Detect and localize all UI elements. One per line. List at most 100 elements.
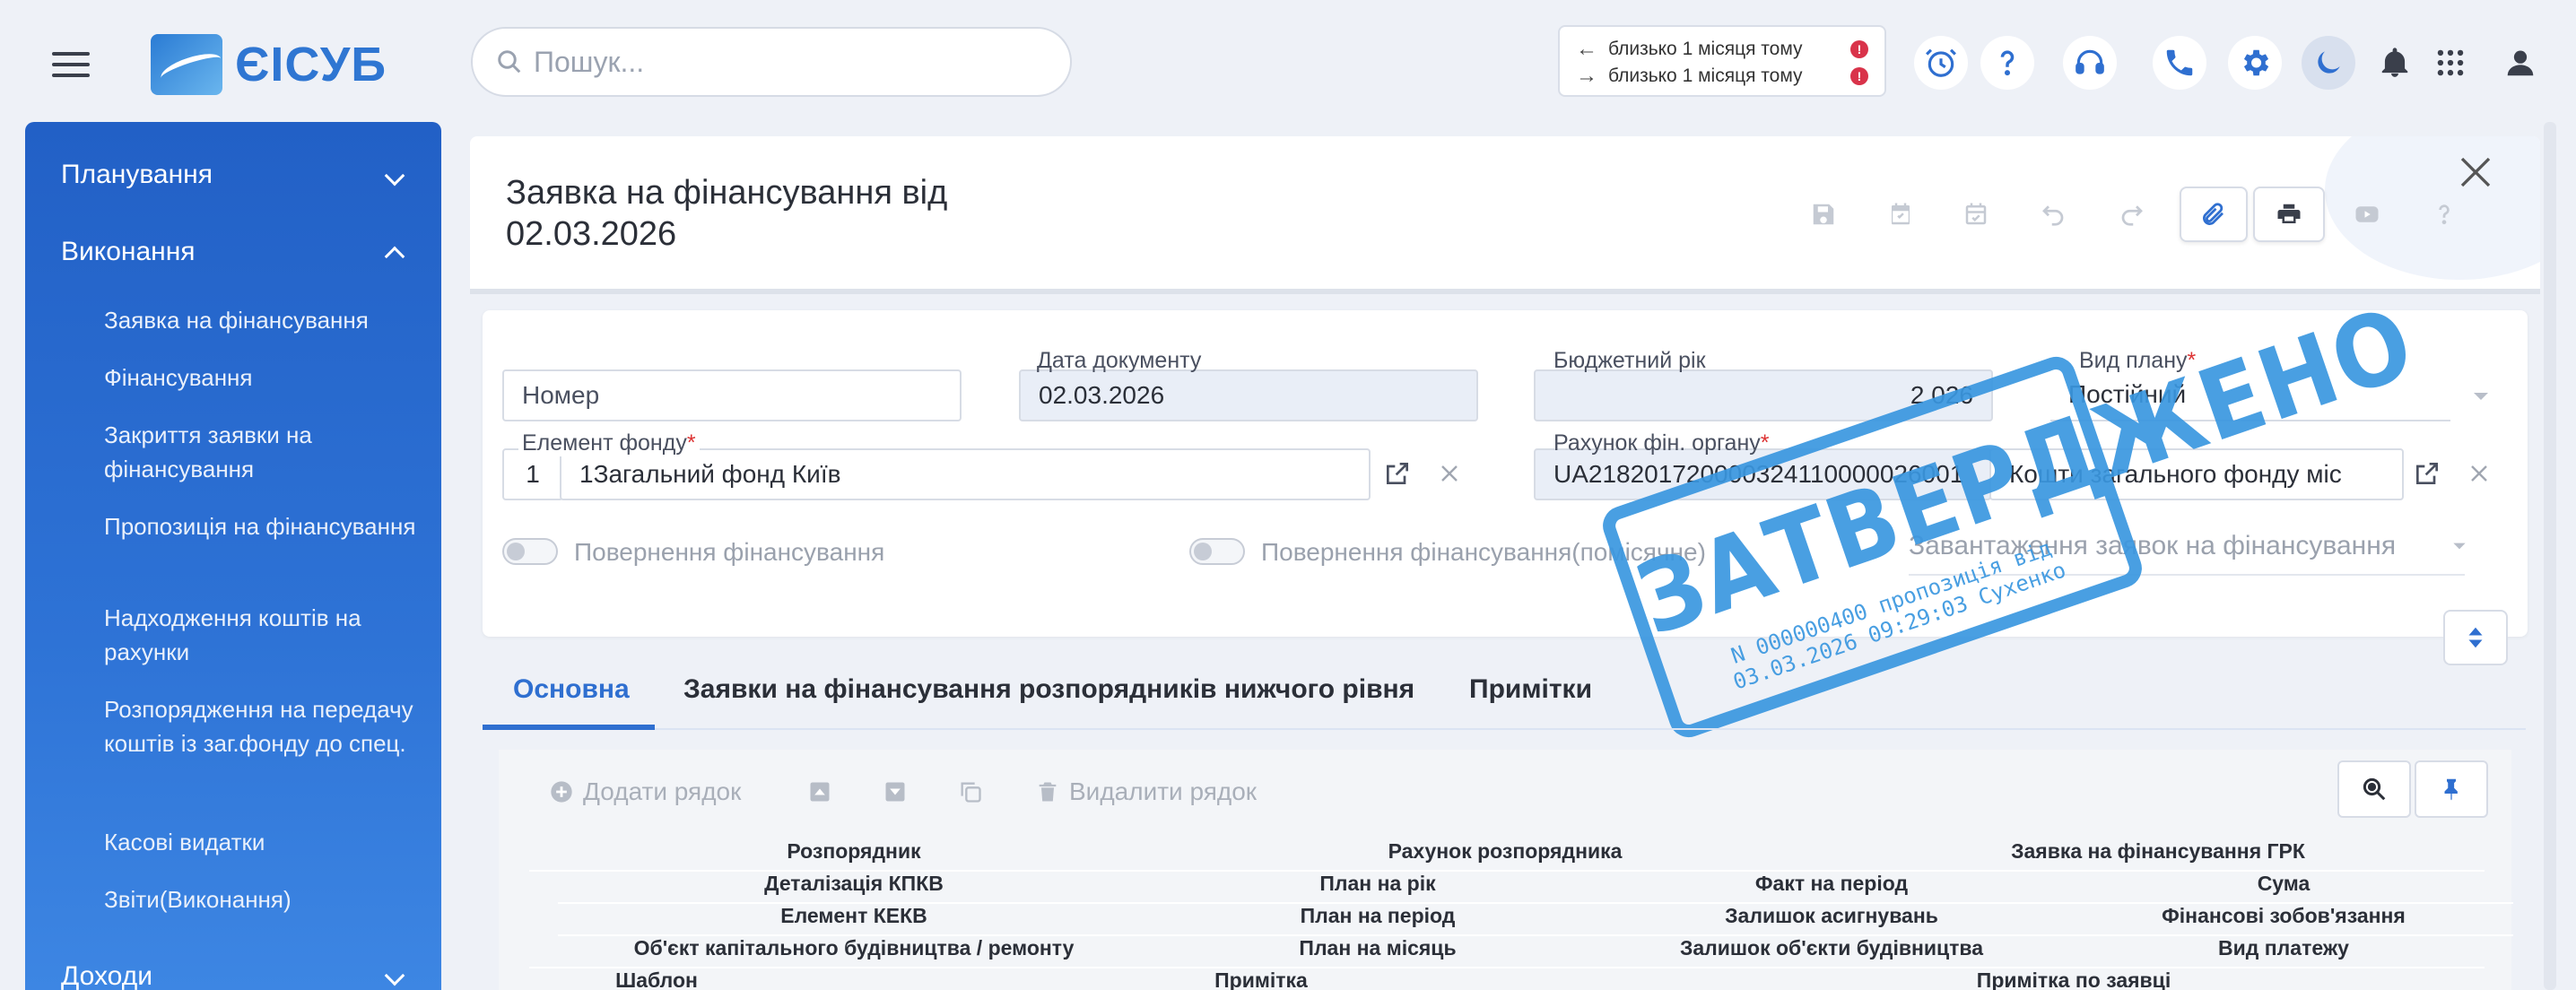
col-header[interactable]: Примітка по заявці [1977,968,2171,990]
sidebar-section-execution[interactable]: Виконання [61,237,196,267]
sidebar-item-funding-request[interactable]: Заявка на фінансування [104,303,427,337]
grid-apps-icon [2437,49,2464,76]
approve-button[interactable] [1871,187,1930,242]
apps-button[interactable] [2424,36,2477,90]
col-header[interactable]: Примітка [1214,968,1308,990]
sidebar-item-funding-proposal[interactable]: Пропозиція на фінансування [104,509,427,543]
col-header[interactable]: Шаблон [615,968,698,990]
number-field[interactable]: Номер [502,369,962,421]
app-logo[interactable]: ЄІСУБ [151,34,387,95]
delete-row-button[interactable]: Видалити рядок [1035,769,1257,814]
sidebar-section-income[interactable]: Доходи [61,961,152,990]
question-icon [2439,204,2450,225]
sidebar-item-close-request[interactable]: Закриття заявки на фінансування [104,418,427,486]
col-header[interactable]: Фінансові зобов'язання [2162,904,2406,928]
sync-outgoing-text: близько 1 місяця тому [1608,39,1803,59]
copy-row-button[interactable] [958,769,983,814]
col-header[interactable]: Залишок об'єкти будівництва [1680,936,1983,960]
theme-toggle-button[interactable] [2302,36,2355,90]
user-profile-button[interactable] [2493,36,2547,90]
search-box[interactable] [471,27,1072,97]
sync-status[interactable]: ← близько 1 місяця тому ! → близько 1 мі… [1558,25,1886,97]
print-button[interactable] [2253,187,2325,242]
chevron-down-icon[interactable] [384,965,405,986]
return-funding-toggle[interactable] [502,538,558,565]
move-up-button[interactable] [807,769,832,814]
col-header[interactable]: Об'єкт капітального будівництва / ремонт… [634,936,1075,960]
col-header[interactable]: Розпорядник [787,839,920,864]
redo-button[interactable] [2102,187,2162,242]
logo-text: ЄІСУБ [235,38,387,91]
clear-icon[interactable] [2468,463,2490,484]
col-header[interactable]: Залишок асигнувань [1725,904,1938,928]
move-down-button[interactable] [883,769,908,814]
search-input[interactable] [534,45,1036,79]
attach-button[interactable] [2180,187,2248,242]
page-scrollbar[interactable] [2544,122,2556,990]
add-row-button[interactable]: Додати рядок [549,769,741,814]
help-button[interactable] [1980,36,2034,90]
calendar-check-icon [1892,203,1910,225]
close-icon[interactable] [2458,154,2493,190]
tab-notes[interactable]: Примітки [1469,674,1592,705]
phone-icon [2166,49,2193,76]
account-label: Рахунок фін. органу* [1553,430,1770,456]
return-funding-monthly-toggle[interactable] [1189,538,1245,565]
col-header[interactable]: Заявка на фінансування ГРК [2011,839,2305,864]
confirm-button[interactable] [1946,187,2006,242]
open-external-icon[interactable] [2413,459,2441,488]
support-button[interactable] [2063,36,2117,90]
grid-panel: Додати рядок Видалити рядок Розпорядник … [499,750,2513,990]
save-button[interactable] [1794,187,1853,242]
menu-icon[interactable] [52,52,90,77]
col-header[interactable]: Факт на період [1755,872,1908,896]
bell-icon [2381,48,2408,77]
notifications-button[interactable] [2368,36,2422,90]
search-zoom-icon [2363,777,2386,801]
col-header[interactable]: Вид платежу [2218,936,2349,960]
phone-button[interactable] [2153,36,2206,90]
sync-incoming-text: близько 1 місяця тому [1608,65,1803,86]
sidebar-item-account-receipts[interactable]: Надходження коштів на рахунки [104,601,427,669]
user-icon [2507,50,2534,76]
headset-icon [2076,49,2104,74]
paperclip-icon [2203,203,2224,225]
chevron-up-icon[interactable] [384,246,405,267]
active-tab-indicator [483,725,655,730]
sidebar-item-cash-expenses[interactable]: Касові видатки [104,825,427,859]
col-header[interactable]: План на рік [1319,872,1435,896]
redo-icon [2121,205,2143,226]
col-header[interactable]: План на місяць [1299,936,1456,960]
video-button[interactable] [2337,187,2397,242]
sidebar-item-transfer-order[interactable]: Розпорядження на передачу коштів із заг.… [104,692,427,760]
clear-icon[interactable] [1439,463,1460,484]
undo-button[interactable] [2023,187,2083,242]
col-header[interactable]: План на період [1301,904,1456,928]
tab-main[interactable]: Основна [513,674,630,705]
settings-button[interactable] [2228,36,2282,90]
sidebar-item-execution-reports[interactable]: Звіти(Виконання) [104,882,427,916]
plus-circle-icon [551,781,572,803]
tab-subordinate-requests[interactable]: Заявки на фінансування розпорядників ниж… [683,674,1414,705]
chevron-down-icon[interactable] [2470,389,2492,404]
document-date-label: Дата документу [1037,348,1202,373]
pin-button[interactable] [2415,760,2488,818]
col-header[interactable]: Сума [2258,872,2311,896]
arrow-right-icon: → [1576,64,1597,88]
chevron-down-icon[interactable] [2450,540,2468,552]
open-external-icon[interactable] [1383,459,1412,488]
trash-icon [1039,782,1057,802]
expand-collapse-button[interactable] [2443,610,2508,665]
chevron-down-icon[interactable] [384,165,405,187]
col-header[interactable]: Елемент КЕКВ [780,904,927,928]
gear-icon [2243,49,2269,76]
col-header[interactable]: Деталізація КПКВ [764,872,944,896]
search-grid-button[interactable] [2337,760,2411,818]
sidebar-section-planning[interactable]: Планування [61,160,213,190]
alarm-clock-button[interactable] [1914,36,1968,90]
alert-icon: ! [1850,40,1868,58]
doc-help-button[interactable] [2415,187,2474,242]
document-date-field[interactable]: 02.03.2026 [1019,369,1478,421]
sidebar-item-funding[interactable]: Фінансування [104,360,427,395]
col-header[interactable]: Рахунок розпорядника [1388,839,1623,864]
